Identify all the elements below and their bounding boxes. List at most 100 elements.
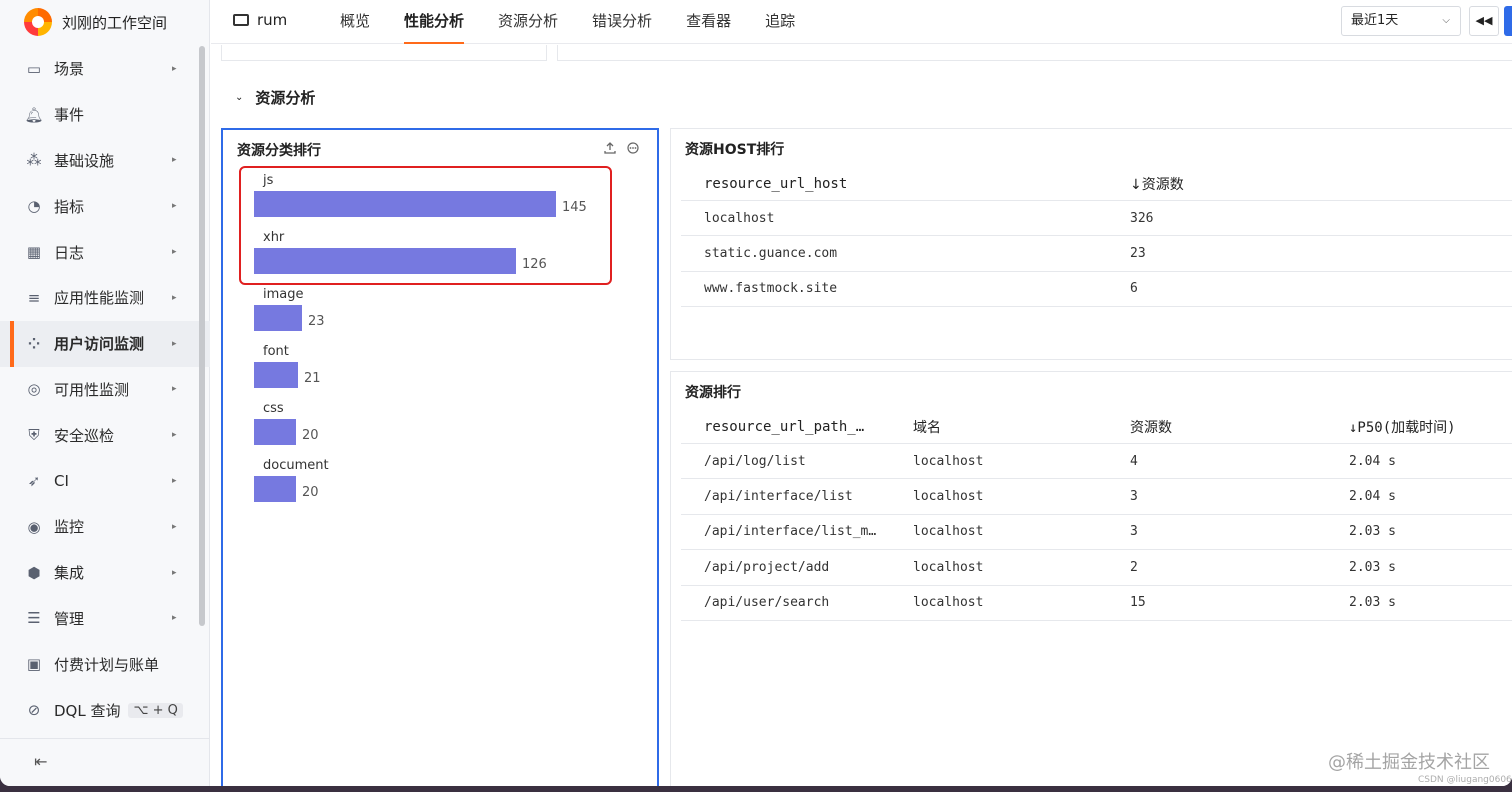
column-header[interactable]: resource_url_path_… <box>681 419 890 435</box>
tab-item[interactable]: 查看器 <box>686 0 731 44</box>
tab-item[interactable]: 概览 <box>340 0 370 44</box>
sidebar-item-label: 日志 <box>54 243 85 262</box>
table-cell: localhost <box>913 453 984 469</box>
table-row[interactable]: /api/log/list localhost 4 2.04 s <box>681 444 1512 480</box>
table-row[interactable]: /api/project/add localhost 2 2.03 s <box>681 550 1512 586</box>
table-cell: localhost <box>913 524 984 540</box>
table-cell: localhost <box>913 595 984 611</box>
previous-panel-stub <box>221 45 547 61</box>
bar-item[interactable]: xhr 126 <box>254 230 547 274</box>
table-row[interactable]: www.fastmock.site 6 <box>681 272 1512 308</box>
table-cell: localhost <box>913 489 984 505</box>
table-cell: localhost <box>913 559 984 575</box>
sidebar-item-label: 安全巡检 <box>54 426 115 445</box>
chevron-right-icon: ▸ <box>172 613 177 624</box>
bar[interactable] <box>254 305 302 331</box>
tab-item[interactable]: 性能分析 <box>404 0 465 44</box>
sidebar-item[interactable]: ⬢ 集成 ▸ <box>0 550 210 596</box>
bar[interactable] <box>254 248 516 274</box>
sidebar-item[interactable]: ▣ 付费计划与账单 <box>0 641 210 687</box>
workspace-title: 刘刚的工作空间 <box>62 13 168 32</box>
bar[interactable] <box>254 191 556 217</box>
column-header[interactable]: 域名 <box>890 417 1107 437</box>
bar-value-label: 126 <box>522 256 547 272</box>
rewind-button[interactable]: ◀◀ <box>1469 6 1499 36</box>
radar-icon: ◉ <box>27 517 41 536</box>
workspace-header[interactable]: 刘刚的工作空间 <box>0 0 210 44</box>
column-header[interactable]: ↓资源数 <box>1107 174 1407 194</box>
bar[interactable] <box>254 362 298 388</box>
dql-query-item[interactable]: ⊘ DQL 查询 ⌥ + Q <box>0 687 210 733</box>
sidebar-item[interactable]: ◉ 监控 ▸ <box>0 504 210 550</box>
section-header[interactable]: ⌄ 资源分析 <box>235 87 315 108</box>
sidebar-item[interactable]: 🔔︎ 事件 <box>0 92 210 138</box>
export-icon[interactable] <box>603 141 616 154</box>
column-header[interactable]: resource_url_host <box>681 176 1107 192</box>
table-cell: 2.03 s <box>1349 559 1396 575</box>
bar-item[interactable]: font 21 <box>254 344 321 388</box>
table-cell: 23 <box>1130 246 1146 262</box>
column-header[interactable]: ↓P50(加载时间) <box>1326 417 1512 437</box>
collapse-sidebar-icon[interactable]: ⇤ <box>34 752 47 771</box>
sidebar-item-label: 事件 <box>54 106 85 125</box>
sidebar-item[interactable]: ➶ CI ▸ <box>0 458 210 504</box>
primary-action-button[interactable] <box>1504 6 1512 36</box>
bar[interactable] <box>254 419 296 445</box>
bar-item[interactable]: document 20 <box>254 458 329 502</box>
panel-title: 资源HOST排行 <box>685 142 785 158</box>
bar-category-label: css <box>263 401 284 416</box>
chevron-right-icon: ▸ <box>172 155 177 166</box>
collapse-caret-icon[interactable]: ⌄ <box>235 92 243 103</box>
sidebar-item[interactable]: ⁂ 基础设施 ▸ <box>0 138 210 184</box>
table-cell: localhost <box>704 210 775 226</box>
table-cell: static.guance.com <box>704 246 838 262</box>
filter-icon: ≡ <box>27 288 41 307</box>
chevron-right-icon: ▸ <box>172 476 177 487</box>
chevron-right-icon: ▸ <box>172 247 177 258</box>
tab-item[interactable]: 错误分析 <box>592 0 652 44</box>
table-row[interactable]: static.guance.com 23 <box>681 236 1512 272</box>
bar-value-label: 20 <box>302 484 319 500</box>
compass-icon: ⊘ <box>27 701 41 720</box>
bar-item[interactable]: js 145 <box>254 173 587 217</box>
bar-value-label: 23 <box>308 313 325 329</box>
table-row[interactable]: /api/interface/list_m… localhost 3 2.03 s <box>681 515 1512 551</box>
sidebar-item[interactable]: ◔ 指标 ▸ <box>0 183 210 229</box>
sidebar-item-label: CI <box>54 472 69 491</box>
tab-item[interactable]: 资源分析 <box>498 0 558 44</box>
table-cell: /api/user/search <box>704 595 830 611</box>
bar-item[interactable]: css 20 <box>254 401 319 445</box>
bar[interactable] <box>254 476 296 502</box>
sidebar-item[interactable]: ▦ 日志 ▸ <box>0 229 210 275</box>
sidebar-item[interactable]: ⛨ 安全巡检 ▸ <box>0 412 210 458</box>
time-range-select[interactable]: 最近1天 ⌵ <box>1341 6 1461 36</box>
chevron-right-icon: ▸ <box>172 567 177 578</box>
host-table: resource_url_host ↓资源数 localhost 326 stati… <box>681 167 1512 308</box>
more-icon[interactable] <box>626 141 639 154</box>
sidebar-item[interactable]: ☰ 管理 ▸ <box>0 596 210 642</box>
sidebar-item[interactable]: ◎ 可用性监测 ▸ <box>0 367 210 413</box>
top-bar: rum 概览 性能分析 资源分析 错误分析 查看器 追踪 最近1天 ⌵ ◀◀ <box>211 0 1512 44</box>
sidebar-item[interactable]: ▭ 场景 ▸ <box>0 46 210 92</box>
bar-category-label: image <box>263 287 304 302</box>
chevron-right-icon: ▸ <box>172 384 177 395</box>
sidebar-item-label: 付费计划与账单 <box>54 655 160 674</box>
table-row[interactable]: localhost 326 <box>681 201 1512 237</box>
sidebar-item[interactable]: ≡ 应用性能监测 ▸ <box>0 275 210 321</box>
column-header[interactable]: 资源数 <box>1107 417 1326 437</box>
tab-item[interactable]: 追踪 <box>765 0 795 44</box>
table-row[interactable]: /api/user/search localhost 15 2.03 s <box>681 586 1512 621</box>
table-header: resource_url_host ↓资源数 <box>681 167 1512 201</box>
table-row[interactable]: /api/interface/list localhost 3 2.04 s <box>681 479 1512 515</box>
divider <box>0 738 210 739</box>
sidebar-item-label: 应用性能监测 <box>54 289 145 308</box>
previous-panel-stub <box>557 45 1512 61</box>
bar-value-label: 20 <box>302 427 319 443</box>
sidebar-scrollbar[interactable] <box>199 46 205 626</box>
cubes-icon: ⁂ <box>26 151 42 170</box>
monitor-icon: ▭ <box>26 59 42 78</box>
bar-value-label: 21 <box>304 370 321 386</box>
sidebar-item[interactable]: ⁘ 用户访问监测 ▸ <box>0 320 210 367</box>
bar-item[interactable]: image 23 <box>254 287 325 331</box>
app-selector[interactable]: rum <box>233 11 287 29</box>
